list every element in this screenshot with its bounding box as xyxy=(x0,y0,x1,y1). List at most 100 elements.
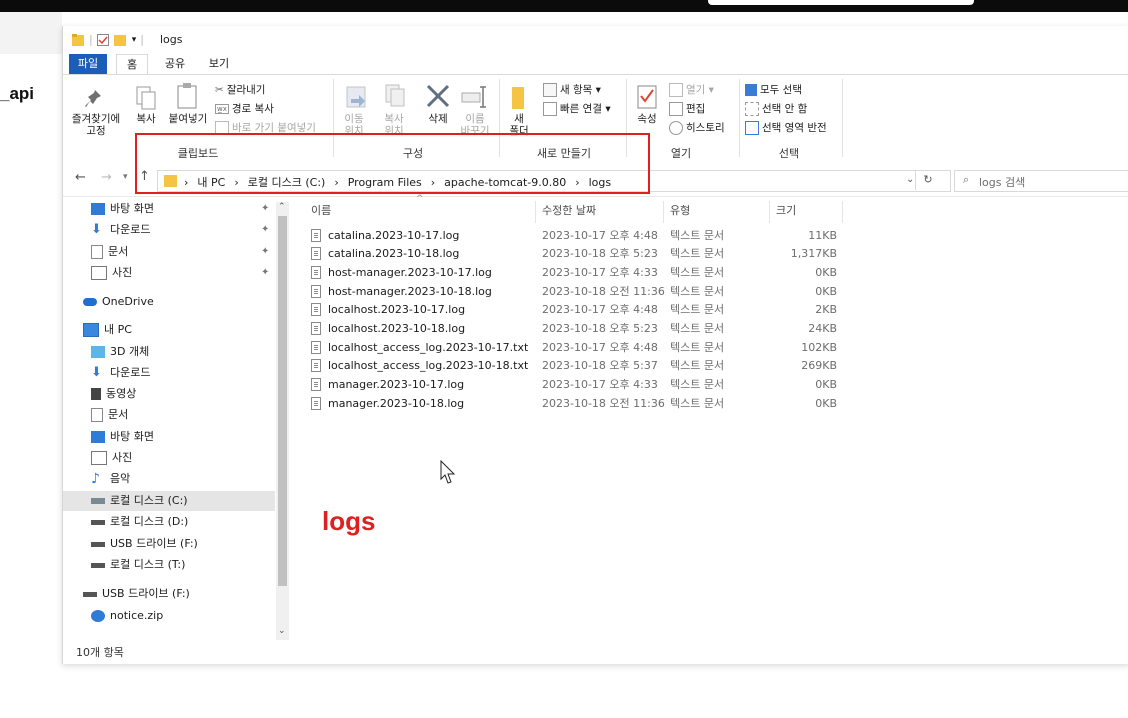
delete-button[interactable]: 삭제 xyxy=(423,113,453,125)
pin-icon: ✦ xyxy=(261,246,270,257)
pin-icon: ✦ xyxy=(261,224,270,235)
copy-button[interactable]: 복사 xyxy=(133,113,159,125)
nav-item-documents-pc[interactable]: 문서 xyxy=(91,405,128,425)
tab-file[interactable]: 파일 xyxy=(69,54,107,74)
properties-check-icon[interactable] xyxy=(96,33,109,46)
file-row[interactable]: localhost_access_log.2023-10-17.txt 2023-… xyxy=(311,339,911,357)
cloud-icon xyxy=(83,298,97,306)
file-row[interactable]: localhost.2023-10-18.log 2023-10-18 오후 5:… xyxy=(311,320,911,338)
nav-item-this-pc[interactable]: 내 PC xyxy=(83,320,132,340)
nav-item-onedrive[interactable]: OneDrive xyxy=(83,292,154,312)
column-header-size[interactable]: 크기 xyxy=(776,201,796,221)
pin-icon: ✦ xyxy=(261,203,270,214)
file-size: 11KB xyxy=(808,229,837,242)
nav-scrollbar[interactable]: ⌃ ⌄ xyxy=(276,202,289,640)
nav-item-3d-objects[interactable]: 3D 개체 xyxy=(91,342,149,362)
column-header-date[interactable]: 수정한 날짜 xyxy=(542,201,596,221)
pin-icon: ✦ xyxy=(261,267,270,278)
tab-share[interactable]: 공유 xyxy=(160,54,190,74)
new-folder-icon[interactable] xyxy=(113,34,127,46)
column-divider[interactable] xyxy=(663,201,664,223)
file-type: 텍스트 문서 xyxy=(670,378,725,391)
nav-item-notice-zip[interactable]: notice.zip xyxy=(91,606,163,626)
back-arrow-icon[interactable]: ← xyxy=(75,170,86,185)
nav-item-local-disk-t[interactable]: 로컬 디스크 (T:) xyxy=(91,555,185,575)
copy-path-button[interactable]: w̲x 경로 복사 xyxy=(215,101,274,116)
column-divider[interactable] xyxy=(842,201,843,223)
column-header-type[interactable]: 유형 xyxy=(670,201,690,221)
properties-icon xyxy=(637,84,659,113)
file-size: 2KB xyxy=(815,303,837,316)
file-size: 0KB xyxy=(815,397,837,410)
file-type: 텍스트 문서 xyxy=(670,285,725,298)
edit-button[interactable]: 편집 xyxy=(669,101,705,116)
address-dropdown-icon[interactable]: ⌄ xyxy=(906,174,914,185)
open-button[interactable]: 열기 ▾ xyxy=(669,82,714,97)
file-row[interactable]: catalina.2023-10-18.log 2023-10-18 오후 5:2… xyxy=(311,245,911,263)
copy-path-label: 경로 복사 xyxy=(231,103,274,115)
paste-button[interactable]: 붙여넣기 xyxy=(165,113,211,125)
file-row[interactable]: manager.2023-10-18.log 2023-10-18 오전 11:3… xyxy=(311,395,911,413)
column-header-name[interactable]: 이름 xyxy=(311,201,331,221)
ribbon-separator xyxy=(842,79,843,157)
column-divider[interactable] xyxy=(535,201,536,223)
recent-dropdown-icon[interactable]: ▾ xyxy=(123,172,128,182)
zip-icon xyxy=(91,610,105,622)
properties-button[interactable]: 속성 xyxy=(633,113,661,125)
navigation-pane: 바탕 화면 ✦ ⬇ 다운로드 ✦ 문서 ✦ 사진 ✦ OneDrive 내 PC … xyxy=(63,196,289,644)
search-box[interactable]: ⌕ logs 검색 xyxy=(954,170,1128,192)
tab-view[interactable]: 보기 xyxy=(204,54,234,74)
file-date: 2023-10-17 오후 4:48 xyxy=(542,303,658,316)
nav-item-local-disk-d[interactable]: 로컬 디스크 (D:) xyxy=(91,512,188,532)
file-row[interactable]: localhost_access_log.2023-10-18.txt 2023-… xyxy=(311,357,911,375)
refresh-button[interactable]: ↻ xyxy=(915,170,940,190)
column-divider[interactable] xyxy=(769,201,770,223)
nav-item-pictures-pc[interactable]: 사진 xyxy=(91,448,132,468)
select-all-button[interactable]: 모두 선택 xyxy=(745,82,802,97)
file-date: 2023-10-17 오후 4:48 xyxy=(542,341,658,354)
easy-access-button[interactable]: 빠른 연결 ▾ xyxy=(543,101,611,116)
delete-icon xyxy=(425,83,451,112)
nav-item-usb-f[interactable]: USB 드라이브 (F:) xyxy=(91,534,198,554)
file-row[interactable]: catalina.2023-10-17.log 2023-10-17 오후 4:4… xyxy=(311,227,911,245)
select-none-button[interactable]: 선택 안 함 xyxy=(745,101,807,116)
pin-quick-access-button[interactable]: 즐겨찾기에 고정 xyxy=(67,113,125,137)
nav-item-pictures[interactable]: 사진 xyxy=(91,263,132,283)
forward-arrow-icon[interactable]: → xyxy=(101,170,112,185)
top-search-field[interactable] xyxy=(708,0,974,5)
nav-item-downloads[interactable]: ⬇ 다운로드 xyxy=(91,220,150,240)
invert-selection-label: 선택 영역 반전 xyxy=(762,122,827,134)
nav-label: 동영상 xyxy=(106,387,137,400)
cut-button[interactable]: ✂ 잘라내기 xyxy=(215,82,265,97)
file-row[interactable]: host-manager.2023-10-18.log 2023-10-18 오전… xyxy=(311,283,911,301)
text-file-icon xyxy=(311,229,321,242)
nav-item-documents[interactable]: 문서 xyxy=(91,242,128,262)
nav-label: 사진 xyxy=(112,451,133,464)
file-row[interactable]: localhost.2023-10-17.log 2023-10-17 오후 4:… xyxy=(311,301,911,319)
new-item-button[interactable]: 새 항목 ▾ xyxy=(543,82,601,97)
scroll-up-icon[interactable]: ⌃ xyxy=(278,202,286,212)
file-type: 텍스트 문서 xyxy=(670,397,725,410)
search-input[interactable]: logs 검색 xyxy=(979,174,1025,190)
tab-home[interactable]: 홈 xyxy=(116,54,148,76)
nav-item-desktop[interactable]: 바탕 화면 xyxy=(91,199,154,219)
easy-access-label: 빠른 연결 ▾ xyxy=(560,103,611,115)
nav-item-local-disk-c[interactable]: 로컬 디스크 (C:) xyxy=(63,491,275,511)
invert-selection-button[interactable]: 선택 영역 반전 xyxy=(745,120,827,135)
file-row[interactable]: host-manager.2023-10-17.log 2023-10-17 오후… xyxy=(311,264,911,282)
drive-icon xyxy=(91,498,105,504)
scroll-down-icon[interactable]: ⌄ xyxy=(278,626,286,636)
nav-item-usb-f-root[interactable]: USB 드라이브 (F:) xyxy=(83,584,190,604)
nav-item-music[interactable]: ♪ 음악 xyxy=(91,469,130,489)
status-item-count: 10개 항목 xyxy=(76,646,124,659)
file-row[interactable]: manager.2023-10-17.log 2023-10-17 오후 4:33… xyxy=(311,376,911,394)
nav-item-desktop-pc[interactable]: 바탕 화면 xyxy=(91,427,154,447)
nav-label: USB 드라이브 (F:) xyxy=(110,537,198,550)
nav-scroll-thumb[interactable] xyxy=(278,216,287,586)
customize-dropdown-icon[interactable]: ▾ xyxy=(132,35,137,45)
file-size: 0KB xyxy=(815,285,837,298)
nav-item-videos[interactable]: 동영상 xyxy=(91,384,136,404)
nav-item-downloads-pc[interactable]: ⬇ 다운로드 xyxy=(91,363,150,383)
file-type: 텍스트 문서 xyxy=(670,341,725,354)
history-button[interactable]: 히스토리 xyxy=(669,120,725,135)
